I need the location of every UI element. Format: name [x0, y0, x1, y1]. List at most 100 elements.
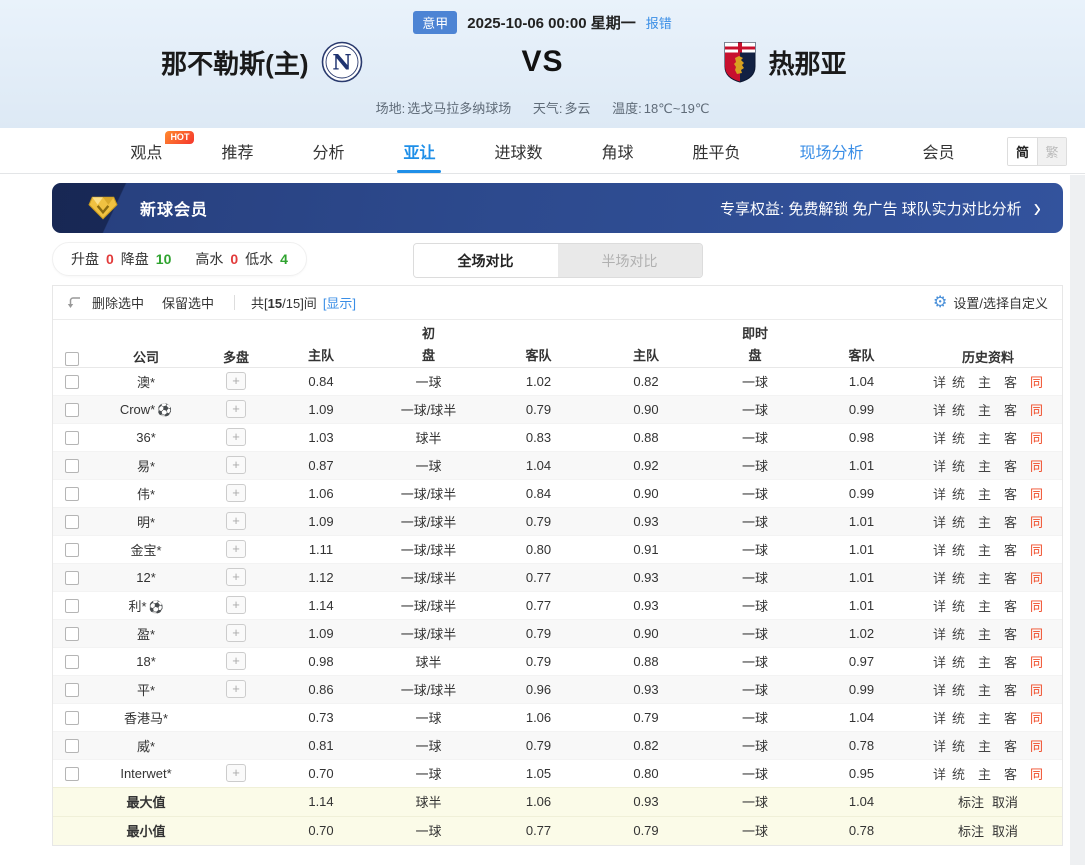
history-detail-link[interactable]: 详	[933, 627, 946, 642]
expand-multi-odds-button[interactable]: +	[226, 596, 246, 614]
tab-corners[interactable]: 角球	[602, 128, 634, 173]
expand-multi-odds-button[interactable]: +	[226, 512, 246, 530]
expand-multi-odds-button[interactable]: +	[226, 680, 246, 698]
history-away-link[interactable]: 客	[1004, 431, 1017, 446]
history-away-link[interactable]: 客	[1004, 599, 1017, 614]
history-away-link[interactable]: 客	[1004, 487, 1017, 502]
history-away-link[interactable]: 客	[1004, 403, 1017, 418]
expand-multi-odds-button[interactable]: +	[226, 568, 246, 586]
history-away-link[interactable]: 客	[1004, 627, 1017, 642]
row-checkbox[interactable]	[65, 626, 79, 641]
history-same-link[interactable]: 同	[1030, 459, 1043, 474]
tab-member[interactable]: 会员	[923, 128, 955, 173]
expand-multi-odds-button[interactable]: +	[226, 624, 246, 642]
history-detail-link[interactable]: 详	[933, 683, 946, 698]
history-home-link[interactable]: 主	[978, 571, 991, 586]
history-same-link[interactable]: 同	[1030, 515, 1043, 530]
history-detail-link[interactable]: 详	[933, 375, 946, 390]
history-stats-link[interactable]: 统	[952, 683, 965, 698]
history-home-link[interactable]: 主	[978, 683, 991, 698]
lang-traditional-button[interactable]: 繁	[1037, 138, 1066, 165]
row-checkbox[interactable]	[65, 374, 79, 389]
history-home-link[interactable]: 主	[978, 711, 991, 726]
history-detail-link[interactable]: 详	[933, 655, 946, 670]
history-detail-link[interactable]: 详	[933, 515, 946, 530]
history-detail-link[interactable]: 详	[933, 431, 946, 446]
history-detail-link[interactable]: 详	[933, 487, 946, 502]
mark-link[interactable]: 标注	[958, 795, 984, 810]
history-same-link[interactable]: 同	[1030, 711, 1043, 726]
show-link[interactable]: [显示]	[323, 293, 356, 312]
fulltime-compare-tab[interactable]: 全场对比	[413, 244, 558, 277]
history-stats-link[interactable]: 统	[952, 627, 965, 642]
history-same-link[interactable]: 同	[1030, 431, 1043, 446]
cancel-link[interactable]: 取消	[992, 795, 1018, 810]
history-away-link[interactable]: 客	[1004, 571, 1017, 586]
history-detail-link[interactable]: 详	[933, 739, 946, 754]
history-home-link[interactable]: 主	[978, 599, 991, 614]
history-same-link[interactable]: 同	[1030, 655, 1043, 670]
tab-live-analysis[interactable]: 现场分析	[800, 128, 864, 173]
history-detail-link[interactable]: 详	[933, 571, 946, 586]
scrollbar-track[interactable]	[1070, 175, 1085, 865]
row-checkbox[interactable]	[65, 402, 79, 417]
row-checkbox[interactable]	[65, 430, 79, 445]
lang-simplified-button[interactable]: 简	[1008, 138, 1037, 165]
history-stats-link[interactable]: 统	[952, 739, 965, 754]
expand-multi-odds-button[interactable]: +	[226, 428, 246, 446]
history-stats-link[interactable]: 统	[952, 487, 965, 502]
halftime-compare-tab[interactable]: 半场对比	[557, 244, 702, 277]
history-stats-link[interactable]: 统	[952, 459, 965, 474]
history-stats-link[interactable]: 统	[952, 711, 965, 726]
row-checkbox[interactable]	[65, 766, 79, 781]
row-checkbox[interactable]	[65, 514, 79, 529]
history-stats-link[interactable]: 统	[952, 599, 965, 614]
keep-selected-button[interactable]: 保留选中	[162, 293, 214, 312]
expand-multi-odds-button[interactable]: +	[226, 540, 246, 558]
history-same-link[interactable]: 同	[1030, 767, 1043, 782]
history-away-link[interactable]: 客	[1004, 683, 1017, 698]
history-same-link[interactable]: 同	[1030, 683, 1043, 698]
row-checkbox[interactable]	[65, 570, 79, 585]
row-checkbox[interactable]	[65, 738, 79, 753]
history-away-link[interactable]: 客	[1004, 655, 1017, 670]
row-checkbox[interactable]	[65, 654, 79, 669]
history-stats-link[interactable]: 统	[952, 767, 965, 782]
select-all-checkbox[interactable]	[65, 351, 79, 366]
history-same-link[interactable]: 同	[1030, 403, 1043, 418]
expand-multi-odds-button[interactable]: +	[226, 652, 246, 670]
history-home-link[interactable]: 主	[978, 739, 991, 754]
history-stats-link[interactable]: 统	[952, 543, 965, 558]
expand-multi-odds-button[interactable]: +	[226, 372, 246, 390]
history-same-link[interactable]: 同	[1030, 739, 1043, 754]
history-home-link[interactable]: 主	[978, 431, 991, 446]
row-checkbox[interactable]	[65, 458, 79, 473]
history-stats-link[interactable]: 统	[952, 655, 965, 670]
history-detail-link[interactable]: 详	[933, 459, 946, 474]
expand-multi-odds-button[interactable]: +	[226, 484, 246, 502]
delete-selected-button[interactable]: 删除选中	[92, 293, 144, 312]
history-away-link[interactable]: 客	[1004, 543, 1017, 558]
history-detail-link[interactable]: 详	[933, 403, 946, 418]
history-same-link[interactable]: 同	[1030, 487, 1043, 502]
row-checkbox[interactable]	[65, 598, 79, 613]
tab-recommend[interactable]: 推荐	[221, 128, 253, 173]
history-stats-link[interactable]: 统	[952, 375, 965, 390]
tab-viewpoint[interactable]: 观点 HOT	[130, 128, 195, 173]
tab-asian-handicap[interactable]: 亚让	[397, 128, 442, 173]
history-home-link[interactable]: 主	[978, 543, 991, 558]
history-away-link[interactable]: 客	[1004, 711, 1017, 726]
history-stats-link[interactable]: 统	[952, 515, 965, 530]
history-away-link[interactable]: 客	[1004, 739, 1017, 754]
history-home-link[interactable]: 主	[978, 487, 991, 502]
history-stats-link[interactable]: 统	[952, 431, 965, 446]
row-checkbox[interactable]	[65, 682, 79, 697]
history-away-link[interactable]: 客	[1004, 767, 1017, 782]
tab-wdl[interactable]: 胜平负	[693, 128, 741, 173]
expand-multi-odds-button[interactable]: +	[226, 764, 246, 782]
history-detail-link[interactable]: 详	[933, 599, 946, 614]
history-same-link[interactable]: 同	[1030, 543, 1043, 558]
tab-goals[interactable]: 进球数	[494, 128, 542, 173]
settings-button[interactable]: ⚙ 设置/选择自定义	[933, 293, 1048, 312]
expand-multi-odds-button[interactable]: +	[226, 400, 246, 418]
